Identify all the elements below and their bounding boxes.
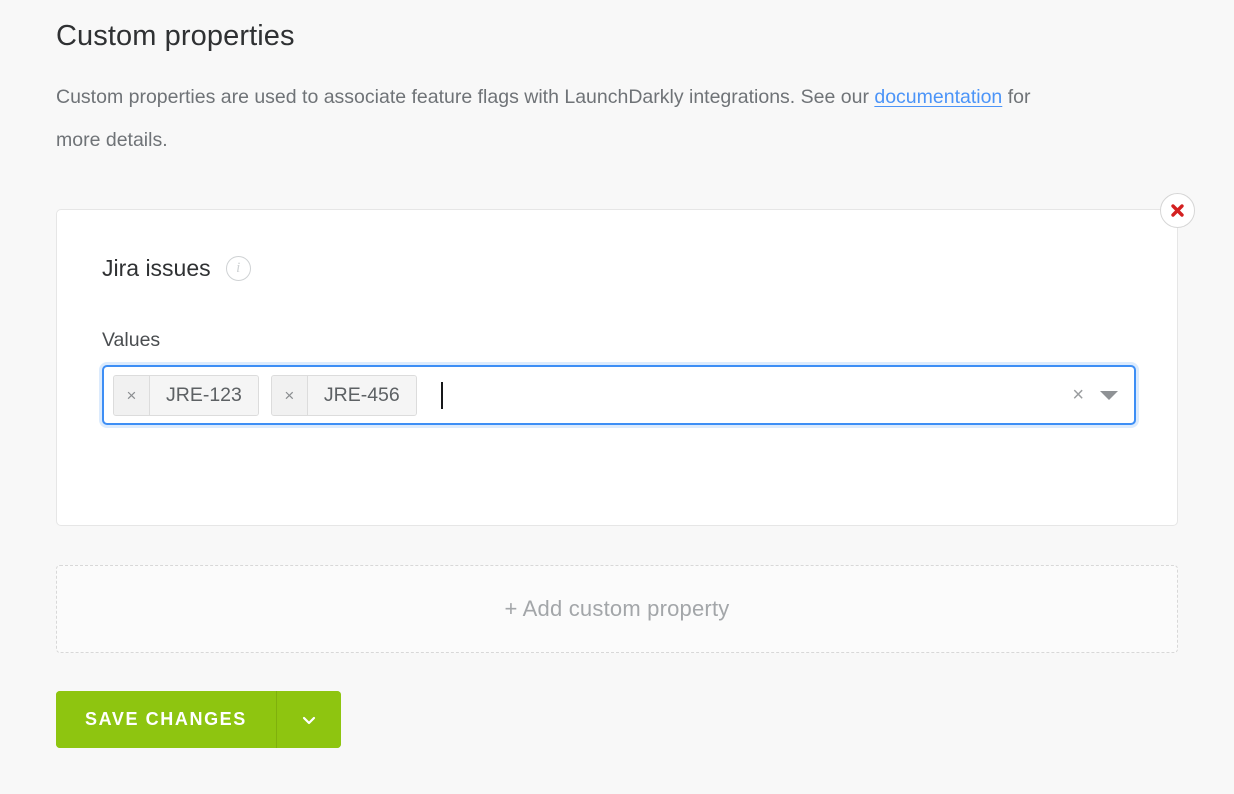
property-name: Jira issues (102, 254, 211, 282)
page-description-text-before-link: Custom properties are used to associate … (56, 86, 874, 108)
save-options-toggle[interactable] (277, 691, 341, 748)
tag-label: JRE-123 (150, 376, 258, 415)
remove-property-button[interactable] (1160, 193, 1195, 228)
values-label: Values (102, 328, 1132, 352)
page-description: Custom properties are used to associate … (56, 58, 1066, 162)
values-tag-input[interactable]: × JRE-123 × JRE-456 × (102, 365, 1136, 425)
tag-label: JRE-456 (308, 376, 416, 415)
custom-property-card-wrapper: Jira issues i Values × JRE-123 × JRE-456 (56, 209, 1178, 526)
property-header: Jira issues i (102, 254, 1132, 282)
clear-all-icon[interactable]: × (1072, 385, 1084, 405)
chevron-down-icon[interactable] (1100, 391, 1118, 400)
input-actions: × (1072, 385, 1124, 405)
save-changes-button-group: Save changes (56, 691, 341, 748)
tag-list: × JRE-123 × JRE-456 (113, 375, 1072, 416)
save-actions-row: Save changes (56, 691, 1178, 748)
tag-chip: × JRE-456 (271, 375, 417, 416)
documentation-link[interactable]: documentation (874, 86, 1002, 108)
save-changes-button[interactable]: Save changes (56, 691, 277, 748)
tag-chip: × JRE-123 (113, 375, 259, 416)
text-cursor (441, 382, 443, 409)
page-title: Custom properties (56, 0, 1178, 58)
custom-property-card: Jira issues i Values × JRE-123 × JRE-456 (56, 209, 1178, 526)
add-custom-property-button[interactable]: + Add custom property (56, 565, 1178, 653)
chevron-down-icon (299, 710, 319, 730)
custom-properties-page: Custom properties Custom properties are … (0, 0, 1234, 794)
close-icon (1169, 202, 1186, 219)
info-icon[interactable]: i (226, 256, 251, 281)
tag-remove-icon[interactable]: × (114, 376, 150, 415)
tag-remove-icon[interactable]: × (272, 376, 308, 415)
